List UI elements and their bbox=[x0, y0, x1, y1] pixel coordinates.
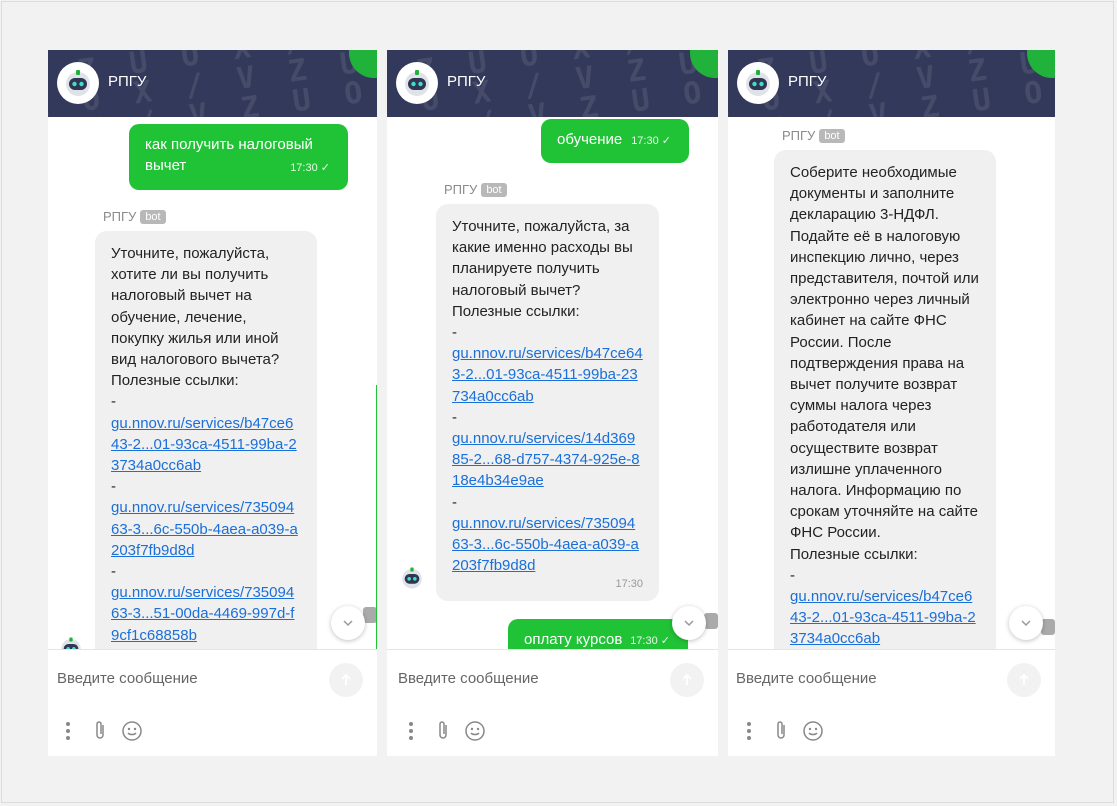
scroll-down-button[interactable] bbox=[331, 606, 365, 640]
message-sender: РПГУ bot bbox=[782, 128, 845, 143]
chat-header: V Z U O X / V ZZ O X / V Z U OO X / V Z … bbox=[728, 50, 1055, 117]
user-message: обучение 17:30 ✓ bbox=[541, 119, 689, 163]
chat-title: РПГУ bbox=[447, 73, 486, 90]
smiley-icon[interactable] bbox=[802, 720, 824, 742]
green-divider bbox=[376, 385, 377, 690]
chevron-down-icon bbox=[343, 620, 353, 627]
chat-title: РПГУ bbox=[108, 73, 147, 90]
send-arrow-icon bbox=[682, 673, 692, 685]
message-input[interactable]: Введите сообщение bbox=[736, 670, 877, 687]
message-list[interactable]: РПГУ bot Соберите необходимые документы и… bbox=[728, 117, 1055, 650]
smiley-icon[interactable] bbox=[464, 720, 486, 742]
bot-badge: bot bbox=[140, 210, 166, 224]
chat-title: РПГУ bbox=[788, 73, 827, 90]
message-sender: РПГУ bot bbox=[444, 182, 507, 197]
user-message: как получить налоговый вычет 17:30 ✓ bbox=[129, 124, 348, 190]
scroll-down-button[interactable] bbox=[1009, 606, 1043, 640]
message-text: оплату курсов bbox=[524, 631, 623, 648]
send-button[interactable] bbox=[329, 663, 363, 697]
service-link[interactable]: gu.nnov.ru/services/b47ce643-2...01-93ca… bbox=[452, 345, 643, 404]
more-vertical-icon[interactable] bbox=[738, 720, 760, 742]
message-input[interactable]: Введите сообщение bbox=[398, 670, 539, 687]
message-text: как получить налоговый вычет bbox=[145, 136, 313, 174]
composer: Введите сообщение bbox=[728, 649, 1055, 756]
message-text: Соберите необходимые документы и заполни… bbox=[790, 164, 979, 542]
chat-header: V Z U O X / V ZZ O X / V Z U OO X / V Z … bbox=[48, 50, 377, 117]
more-vertical-icon[interactable] bbox=[57, 720, 79, 742]
check-icon: ✓ bbox=[320, 162, 330, 174]
service-link[interactable]: gu.nnov.ru/services/14d36985-2...68-d757… bbox=[452, 430, 640, 489]
service-link[interactable]: gu.nnov.ru/services/73509463-3...51-00da… bbox=[111, 584, 294, 643]
paperclip-icon[interactable] bbox=[89, 720, 111, 742]
message-text: Уточните, пожалуйста, за какие именно ра… bbox=[452, 218, 633, 299]
message-list[interactable]: как получить налоговый вычет 17:30 ✓ РПГ… bbox=[48, 117, 377, 650]
chat-header: V Z U O X / V ZZ O X / V Z U OO X / V Z … bbox=[387, 50, 718, 117]
bot-message: Уточните, пожалуйста, за какие именно ра… bbox=[436, 204, 659, 601]
user-message: оплату курсов 17:30 ✓ bbox=[508, 619, 688, 650]
bot-avatar-icon bbox=[58, 635, 84, 650]
bot-badge: bot bbox=[481, 183, 507, 197]
service-link[interactable]: gu.nnov.ru/services/73509463-3...6c-550b… bbox=[452, 515, 639, 574]
chat-panel-1: V Z U O X / V ZZ O X / V Z U OO X / V Z … bbox=[48, 50, 377, 756]
send-arrow-icon bbox=[341, 673, 351, 685]
service-link[interactable]: gu.nnov.ru/services/b47ce643-2...01-93ca… bbox=[111, 415, 297, 474]
message-input[interactable]: Введите сообщение bbox=[57, 670, 198, 687]
bot-avatar-icon bbox=[57, 62, 99, 104]
send-button[interactable] bbox=[670, 663, 704, 697]
composer: Введите сообщение bbox=[48, 649, 377, 756]
chat-panel-2: V Z U O X / V ZZ O X / V Z U OO X / V Z … bbox=[387, 50, 718, 756]
check-icon: ✓ bbox=[660, 635, 670, 647]
message-time: 17:30 bbox=[615, 577, 643, 590]
message-sender: РПГУ bot bbox=[103, 209, 166, 224]
more-vertical-icon[interactable] bbox=[400, 720, 422, 742]
links-heading: Полезные ссылки: bbox=[111, 372, 239, 390]
scroll-down-button[interactable] bbox=[672, 606, 706, 640]
chat-panel-3: V Z U O X / V ZZ O X / V Z U OO X / V Z … bbox=[728, 50, 1055, 756]
message-time: 17:30 ✓ bbox=[290, 162, 330, 174]
scroll-tab bbox=[704, 613, 718, 629]
scroll-tab bbox=[1041, 619, 1055, 635]
message-list[interactable]: обучение 17:30 ✓ РПГУ bot Уточните, пожал… bbox=[387, 117, 718, 650]
chevron-down-icon bbox=[684, 620, 694, 627]
send-arrow-icon bbox=[1019, 673, 1029, 685]
scroll-tab bbox=[363, 607, 377, 623]
links-heading: Полезные ссылки: bbox=[790, 545, 918, 563]
paperclip-icon[interactable] bbox=[432, 720, 454, 742]
message-time: 17:30 ✓ bbox=[631, 135, 671, 147]
composer: Введите сообщение bbox=[387, 649, 718, 756]
bot-avatar-icon bbox=[399, 565, 425, 591]
bot-message: Уточните, пожалуйста, хотите ли вы получ… bbox=[95, 231, 317, 650]
send-button[interactable] bbox=[1007, 663, 1041, 697]
smiley-icon[interactable] bbox=[121, 720, 143, 742]
service-link[interactable]: gu.nnov.ru/services/b47ce643-2...01-93ca… bbox=[790, 588, 976, 647]
bot-avatar-icon bbox=[737, 62, 779, 104]
service-link[interactable]: gu.nnov.ru/services/73509463-3...6c-550b… bbox=[111, 499, 298, 558]
bot-avatar-icon bbox=[396, 62, 438, 104]
links-heading: Полезные ссылки: bbox=[452, 302, 580, 320]
bot-message: Соберите необходимые документы и заполни… bbox=[774, 150, 996, 650]
message-text: Уточните, пожалуйста, хотите ли вы получ… bbox=[111, 245, 280, 369]
chevron-down-icon bbox=[1021, 620, 1031, 627]
message-text: обучение bbox=[557, 131, 623, 148]
paperclip-icon[interactable] bbox=[770, 720, 792, 742]
bot-badge: bot bbox=[819, 129, 845, 143]
message-time: 17:30 ✓ bbox=[630, 635, 670, 647]
check-icon: ✓ bbox=[661, 135, 671, 147]
